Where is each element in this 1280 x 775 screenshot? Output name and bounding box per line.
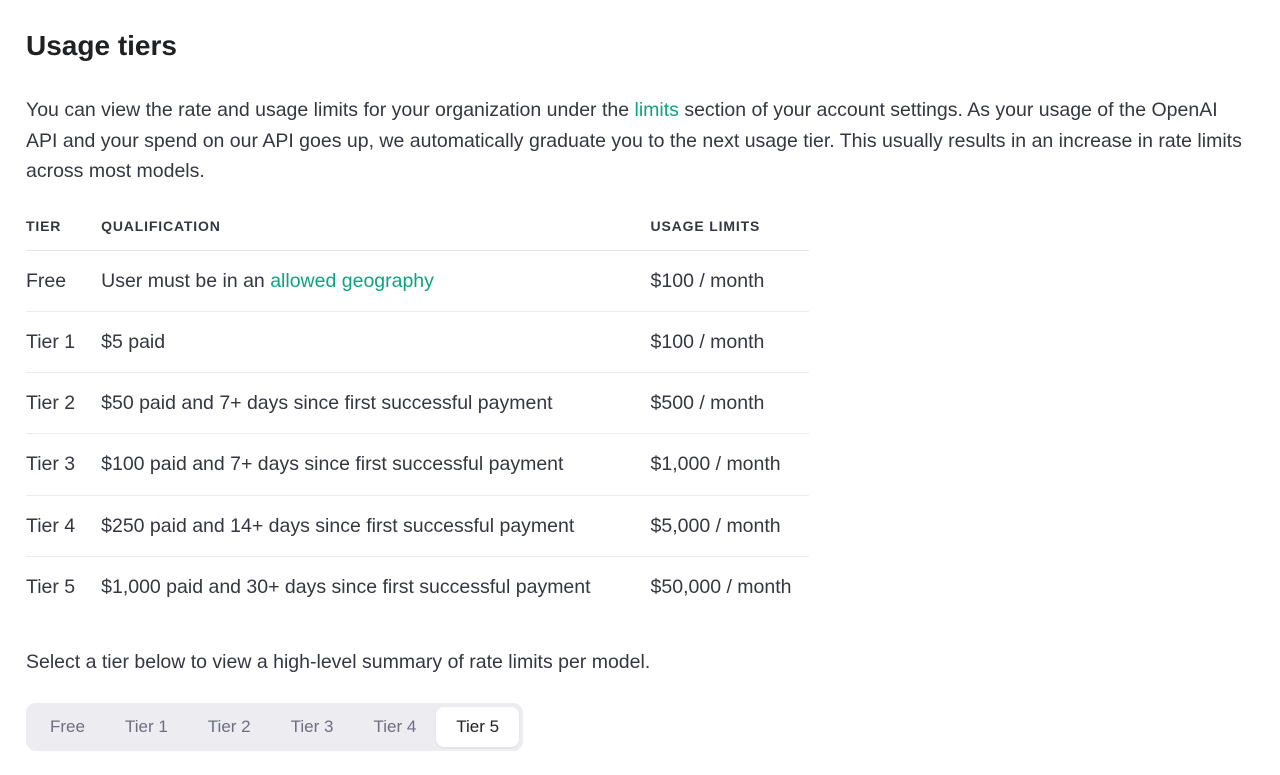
intro-paragraph: You can view the rate and usage limits f… <box>26 95 1246 186</box>
cell-tier: Free <box>26 250 101 311</box>
cell-tier: Tier 5 <box>26 556 101 617</box>
page-heading: Usage tiers <box>26 24 1254 67</box>
table-row: Tier 3$100 paid and 7+ days since first … <box>26 434 809 495</box>
usage-tiers-table: TIER QUALIFICATION USAGE LIMITS FreeUser… <box>26 216 809 617</box>
table-row: Tier 5$1,000 paid and 30+ days since fir… <box>26 556 809 617</box>
cell-qualification: $50 paid and 7+ days since first success… <box>101 373 650 434</box>
tab-tier-3[interactable]: Tier 3 <box>271 707 354 747</box>
cell-usage-limits: $1,000 / month <box>651 434 810 495</box>
cell-qualification: User must be in an allowed geography <box>101 250 650 311</box>
col-header-qualification: QUALIFICATION <box>101 216 650 250</box>
cell-usage-limits: $500 / month <box>651 373 810 434</box>
tab-tier-2[interactable]: Tier 2 <box>188 707 271 747</box>
cell-qualification: $5 paid <box>101 311 650 372</box>
qualification-text: User must be in an <box>101 270 270 292</box>
qualification-text: $5 paid <box>101 331 165 353</box>
usage-tiers-tbody: FreeUser must be in an allowed geography… <box>26 250 809 617</box>
tab-tier-4[interactable]: Tier 4 <box>353 707 436 747</box>
table-row: FreeUser must be in an allowed geography… <box>26 250 809 311</box>
col-header-tier: TIER <box>26 216 101 250</box>
col-header-usage-limits: USAGE LIMITS <box>651 216 810 250</box>
table-row: Tier 4$250 paid and 14+ days since first… <box>26 495 809 556</box>
tier-tab-group: FreeTier 1Tier 2Tier 3Tier 4Tier 5 <box>26 703 523 751</box>
allowed-geography-link[interactable]: allowed geography <box>270 270 434 292</box>
cell-usage-limits: $100 / month <box>651 311 810 372</box>
cell-tier: Tier 1 <box>26 311 101 372</box>
limits-link[interactable]: limits <box>634 99 678 121</box>
cell-tier: Tier 4 <box>26 495 101 556</box>
tab-tier-5[interactable]: Tier 5 <box>436 707 519 747</box>
intro-text-pre: You can view the rate and usage limits f… <box>26 99 634 121</box>
tab-free[interactable]: Free <box>30 707 105 747</box>
qualification-text: $250 paid and 14+ days since first succe… <box>101 515 574 537</box>
qualification-text: $100 paid and 7+ days since first succes… <box>101 453 563 475</box>
table-row: Tier 1$5 paid $100 / month <box>26 311 809 372</box>
cell-usage-limits: $50,000 / month <box>651 556 810 617</box>
cell-usage-limits: $100 / month <box>651 250 810 311</box>
table-row: Tier 2$50 paid and 7+ days since first s… <box>26 373 809 434</box>
cell-qualification: $100 paid and 7+ days since first succes… <box>101 434 650 495</box>
qualification-text: $50 paid and 7+ days since first success… <box>101 392 552 414</box>
tab-tier-1[interactable]: Tier 1 <box>105 707 188 747</box>
select-tier-note: Select a tier below to view a high-level… <box>26 647 1254 677</box>
cell-qualification: $250 paid and 14+ days since first succe… <box>101 495 650 556</box>
cell-tier: Tier 2 <box>26 373 101 434</box>
cell-tier: Tier 3 <box>26 434 101 495</box>
cell-usage-limits: $5,000 / month <box>651 495 810 556</box>
qualification-text: $1,000 paid and 30+ days since first suc… <box>101 576 590 598</box>
cell-qualification: $1,000 paid and 30+ days since first suc… <box>101 556 650 617</box>
